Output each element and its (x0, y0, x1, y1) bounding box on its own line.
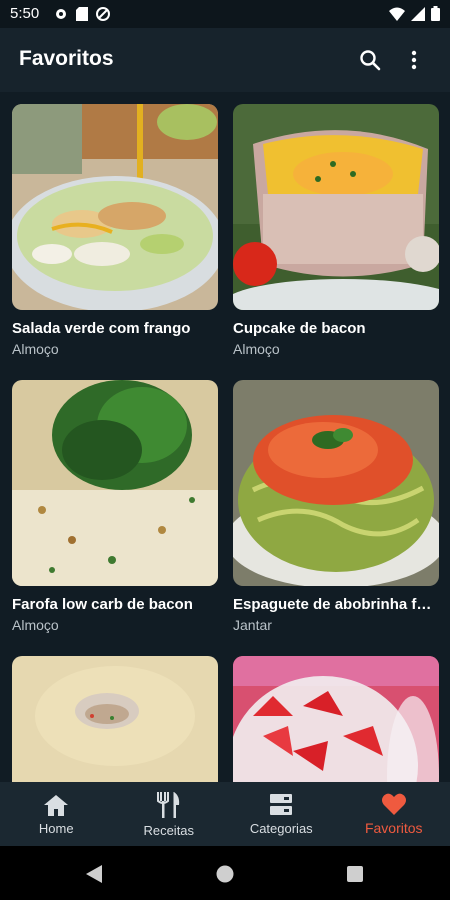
status-bar: 5:50 (0, 0, 450, 28)
battery-icon (431, 6, 440, 21)
recipe-image (12, 104, 218, 310)
bottom-navigation: Home Receitas Categorias Favoritos (0, 782, 450, 846)
app-bar: Favoritos (0, 28, 450, 92)
nav-label-receitas: Receitas (143, 822, 195, 838)
home-circle-icon[interactable] (216, 865, 234, 883)
nav-label-favoritos: Favoritos (364, 820, 423, 836)
nav-item-receitas[interactable]: Receitas (113, 782, 226, 846)
recipe-name: Espaguete de abobrinha f… (233, 596, 432, 613)
recipe-card[interactable]: Farofa low carb de bacon Almoço (12, 380, 218, 633)
recipe-name: Salada verde com frango (12, 320, 191, 337)
page-title: Favoritos (19, 47, 114, 70)
more-vert-icon[interactable] (402, 48, 426, 72)
recipe-image (12, 656, 218, 782)
system-navigation-bar (0, 846, 450, 900)
categories-icon (270, 793, 293, 815)
recipe-card[interactable]: Salada verde com frango Almoço (12, 104, 218, 357)
recipe-card[interactable] (12, 656, 218, 782)
signal-icon (411, 6, 425, 21)
recipe-category: Almoço (12, 341, 59, 357)
recipe-name: Cupcake de bacon (233, 320, 366, 337)
nav-item-home[interactable]: Home (0, 782, 113, 846)
nav-item-favoritos[interactable]: Favoritos (338, 782, 450, 846)
nav-label-home: Home (38, 820, 74, 836)
home-icon (44, 794, 69, 816)
recipe-card[interactable]: Espaguete de abobrinha f… Jantar (233, 380, 439, 633)
recipe-name: Farofa low carb de bacon (12, 596, 193, 613)
recipe-category: Jantar (233, 617, 272, 633)
nav-label-categorias: Categorias (249, 820, 313, 836)
recipe-image (233, 656, 439, 782)
heart-icon (381, 793, 406, 815)
status-time: 5:50 (10, 5, 40, 22)
settings-icon (56, 9, 66, 19)
recipe-card[interactable] (233, 656, 439, 782)
recipe-card[interactable]: Cupcake de bacon Almoço (233, 104, 439, 357)
wifi-icon (389, 7, 405, 21)
sd-card-icon (76, 7, 88, 21)
search-icon[interactable] (358, 48, 382, 72)
recipe-category: Almoço (233, 341, 280, 357)
back-icon[interactable] (86, 865, 102, 883)
recents-icon[interactable] (347, 866, 363, 882)
recipe-image (233, 104, 439, 310)
recipe-image (12, 380, 218, 586)
nav-item-categorias[interactable]: Categorias (225, 782, 338, 846)
no-disturb-icon (96, 7, 110, 21)
recipe-category: Almoço (12, 617, 59, 633)
favorites-grid: Salada verde com frango Almoço Cupcake d… (0, 92, 450, 782)
cutlery-icon (156, 791, 179, 818)
recipe-image (233, 380, 439, 586)
